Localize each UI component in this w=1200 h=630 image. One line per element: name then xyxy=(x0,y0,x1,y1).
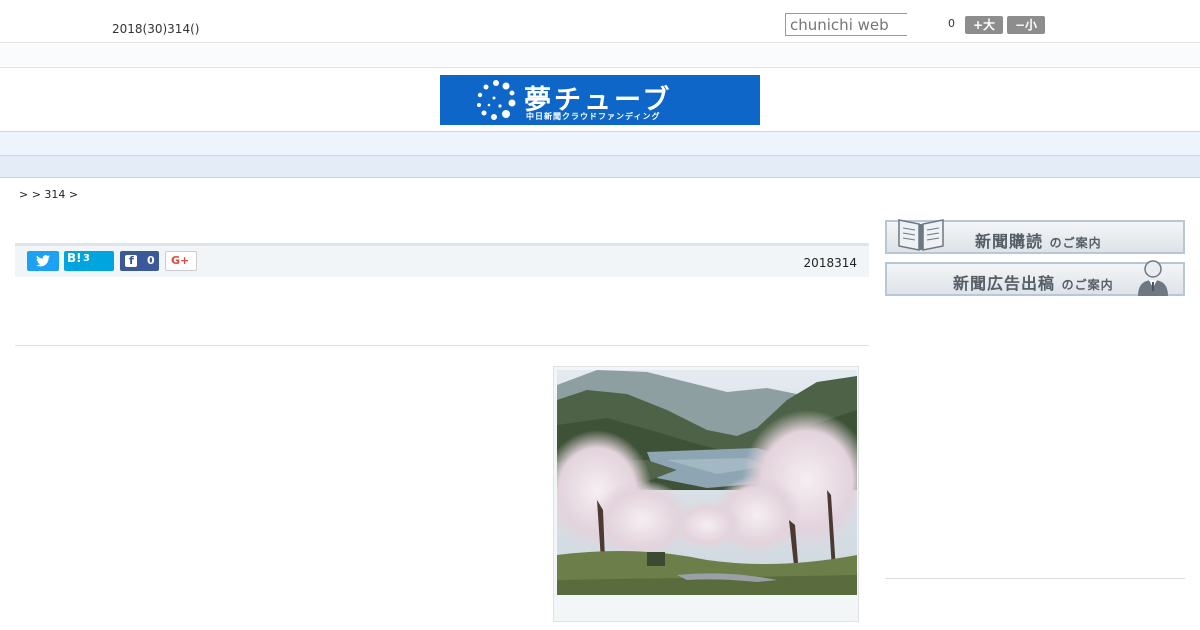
hatena-icon: B! xyxy=(67,251,82,265)
facebook-count: 0 xyxy=(147,254,155,267)
breadcrumb[interactable]: > > 314 > xyxy=(19,188,78,201)
article-photo[interactable] xyxy=(557,370,857,595)
font-size-value: 0 xyxy=(948,17,955,30)
twitter-share-button[interactable] xyxy=(27,251,59,271)
advertising-banner-suffix: のご案内 xyxy=(1061,278,1114,292)
businessman-icon xyxy=(1138,260,1168,296)
subscription-banner-title: 新聞購読 xyxy=(975,232,1044,251)
content-divider xyxy=(15,345,869,346)
subscription-banner-suffix: のご案内 xyxy=(1049,236,1102,250)
hatena-count: 3 xyxy=(83,253,90,264)
header-date: 2018(30)314() xyxy=(112,22,200,36)
logo-subtitle: 中日新聞クラウドファンディング xyxy=(526,112,661,121)
newspaper-subscription-banner[interactable]: 新聞購読 のご案内 xyxy=(885,219,1185,254)
open-book-icon xyxy=(898,219,944,251)
article-photo-frame xyxy=(553,366,859,622)
twitter-icon xyxy=(36,255,50,267)
google-plus-button[interactable]: G+ xyxy=(165,251,197,271)
sub-nav xyxy=(0,156,1200,178)
font-smaller-button[interactable]: −小 xyxy=(1007,16,1045,34)
hatena-bookmark-button[interactable]: B! 3 xyxy=(64,251,114,271)
site-logo[interactable]: 夢チューブ 中日新聞クラウドファンディング xyxy=(440,75,760,125)
font-bigger-button[interactable]: +大 xyxy=(965,16,1003,34)
share-bar: B! 3 f 0 G+ 2018314 xyxy=(15,243,869,277)
global-nav xyxy=(0,131,1200,156)
header-strip xyxy=(0,44,1200,68)
newspaper-advertising-banner[interactable]: 新聞広告出稿 のご案内 xyxy=(885,260,1185,296)
google-plus-icon: G+ xyxy=(171,254,190,267)
top-bar: 2018(30)314() 0 +大 −小 xyxy=(0,0,1200,43)
article-date: 2018314 xyxy=(803,256,857,270)
sidebar-divider xyxy=(885,578,1185,579)
sparkle-logo-icon xyxy=(477,80,516,120)
advertising-banner-title: 新聞広告出稿 xyxy=(953,274,1056,293)
facebook-share-button[interactable]: f 0 xyxy=(120,251,159,271)
search-input[interactable] xyxy=(785,13,907,36)
